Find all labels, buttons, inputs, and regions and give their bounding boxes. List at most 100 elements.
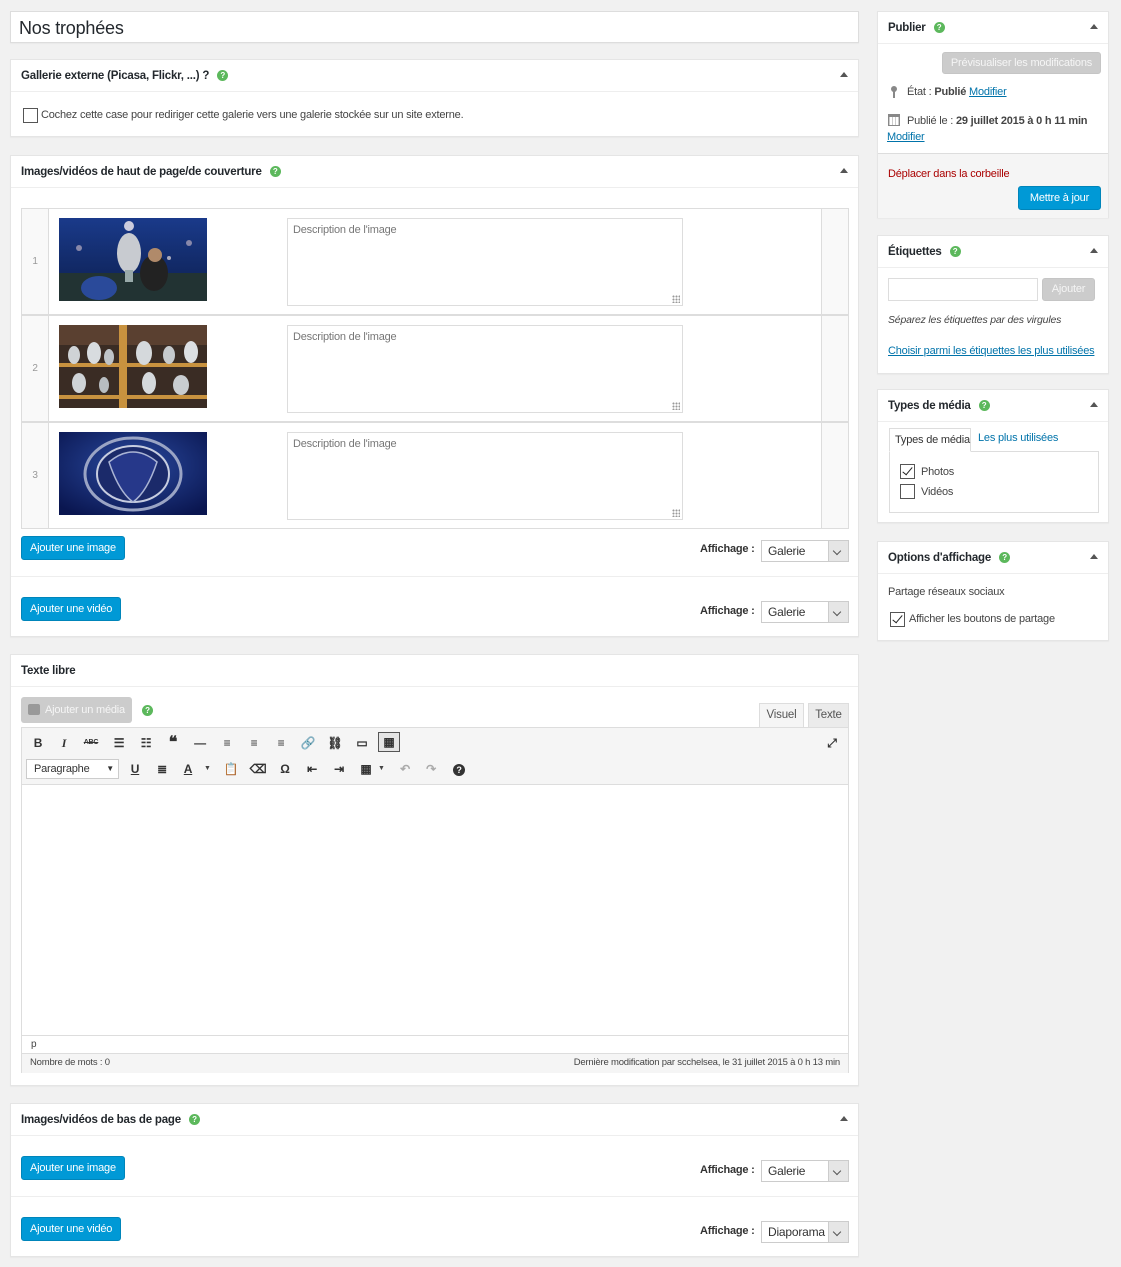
share-buttons-checkbox[interactable] xyxy=(890,612,905,627)
italic-icon[interactable]: I xyxy=(55,734,73,752)
media-row[interactable]: 3 Description de l'image xyxy=(21,422,849,529)
paste-text-icon[interactable]: 📋 xyxy=(222,760,240,778)
video-display-select[interactable]: Galerie xyxy=(761,601,849,623)
fullscreen-icon[interactable]: ⤢ xyxy=(823,734,841,752)
dropdown-arrow-icon[interactable]: ▼ xyxy=(106,760,114,778)
modify-date-link[interactable]: Modifier xyxy=(887,131,925,143)
add-video-button[interactable]: Ajouter une vidéo xyxy=(21,597,122,621)
table-icon[interactable]: ▦ xyxy=(357,760,375,778)
dropdown-arrow-icon[interactable]: ▼ xyxy=(204,765,211,772)
help-icon[interactable]: ? xyxy=(978,400,990,411)
link-icon[interactable]: 🔗 xyxy=(299,734,317,752)
numbered-list-icon[interactable]: ☷ xyxy=(137,734,155,752)
image-display-select[interactable]: Galerie xyxy=(761,540,849,562)
row-side-handle[interactable] xyxy=(821,423,848,528)
help-icon[interactable]: ? xyxy=(949,246,961,257)
read-more-icon[interactable]: ▭ xyxy=(353,734,371,752)
choose-popular-tags-link[interactable]: Choisir parmi les étiquettes les plus ut… xyxy=(888,345,1095,357)
outdent-icon[interactable]: ⇤ xyxy=(303,760,321,778)
resize-handle-icon[interactable] xyxy=(672,509,680,517)
collapse-toggle-icon[interactable] xyxy=(840,1116,848,1121)
champions-league-badge-thumbnail[interactable] xyxy=(59,432,207,515)
justify-icon[interactable]: ≣ xyxy=(153,760,171,778)
help-icon[interactable]: ? xyxy=(188,1114,200,1125)
redo-icon[interactable]: ↷ xyxy=(422,760,440,778)
row-side-handle[interactable] xyxy=(821,316,848,421)
align-center-icon[interactable]: ≡ xyxy=(245,734,263,752)
cover-media-header[interactable]: Images/vidéos de haut de page/de couvert… xyxy=(11,156,858,188)
chevron-down-icon[interactable] xyxy=(828,1222,848,1242)
tab-visual[interactable]: Visuel xyxy=(759,703,804,727)
collapse-toggle-icon[interactable] xyxy=(840,168,848,173)
help-icon[interactable]: ? xyxy=(269,166,281,177)
tab-popular-media-types[interactable]: Les plus utilisées xyxy=(978,432,1058,444)
move-to-trash-link[interactable]: Déplacer dans la corbeille xyxy=(888,168,1010,180)
preview-changes-button[interactable]: Prévisualiser les modifications xyxy=(942,52,1101,74)
tab-text[interactable]: Texte xyxy=(808,703,849,727)
horizontal-line-icon[interactable]: — xyxy=(191,734,209,752)
media-types-header[interactable]: Types de média ? xyxy=(878,390,1108,422)
format-select[interactable]: Paragraphe ▼ xyxy=(26,759,119,779)
photos-checkbox[interactable] xyxy=(900,464,915,479)
tag-input[interactable] xyxy=(888,278,1038,301)
dropdown-arrow-icon[interactable]: ▼ xyxy=(378,765,385,772)
modify-status-link[interactable]: Modifier xyxy=(969,86,1007,98)
help-icon[interactable]: ? xyxy=(933,22,945,33)
row-side-handle[interactable] xyxy=(821,209,848,314)
tab-all-media-types[interactable]: Types de média xyxy=(889,428,971,452)
external-gallery-header[interactable]: Gallerie externe (Picasa, Flickr, ...) ?… xyxy=(11,60,858,92)
help-icon[interactable]: ? xyxy=(450,760,468,778)
indent-icon[interactable]: ⇥ xyxy=(330,760,348,778)
element-path[interactable]: p xyxy=(31,1039,37,1050)
toolbar-toggle-icon[interactable]: ▦ xyxy=(378,732,400,752)
editor-content-area[interactable] xyxy=(22,785,848,1035)
page-title[interactable]: Nos trophées xyxy=(19,18,124,39)
underline-icon[interactable]: U xyxy=(126,760,144,778)
media-row[interactable]: 1 Description de l'image xyxy=(21,208,849,315)
bottom-media-header[interactable]: Images/vidéos de bas de page ? xyxy=(11,1104,858,1136)
strikethrough-icon[interactable]: ABC xyxy=(82,734,100,752)
collapse-toggle-icon[interactable] xyxy=(1090,248,1098,253)
bullet-list-icon[interactable]: ☰ xyxy=(110,734,128,752)
add-video-button[interactable]: Ajouter une vidéo xyxy=(21,1217,122,1241)
external-gallery-checkbox[interactable] xyxy=(23,108,38,123)
chevron-down-icon[interactable] xyxy=(828,1161,848,1181)
help-icon[interactable]: ? xyxy=(999,552,1011,563)
chevron-down-icon[interactable] xyxy=(828,602,848,622)
collapse-toggle-icon[interactable] xyxy=(1090,402,1098,407)
collapse-toggle-icon[interactable] xyxy=(1090,554,1098,559)
resize-handle-icon[interactable] xyxy=(672,402,680,410)
videos-checkbox[interactable] xyxy=(900,484,915,499)
chevron-down-icon[interactable] xyxy=(828,541,848,561)
collapse-toggle-icon[interactable] xyxy=(1090,24,1098,29)
media-row[interactable]: 2 Description de l'image xyxy=(21,315,849,422)
add-media-button[interactable]: Ajouter un média xyxy=(21,697,132,723)
help-icon[interactable]: ? xyxy=(142,705,153,716)
unlink-icon[interactable]: ⛓ xyxy=(326,734,344,752)
align-left-icon[interactable]: ≡ xyxy=(218,734,236,752)
blockquote-icon[interactable]: ❝ xyxy=(164,734,182,752)
tags-header[interactable]: Étiquettes ? xyxy=(878,236,1108,268)
resize-handle-icon[interactable] xyxy=(672,295,680,303)
add-image-button[interactable]: Ajouter une image xyxy=(21,536,125,560)
collapse-toggle-icon[interactable] xyxy=(840,72,848,77)
title-box[interactable]: Nos trophées xyxy=(10,11,859,43)
image-description-textarea[interactable]: Description de l'image xyxy=(287,218,683,306)
text-color-icon[interactable]: A xyxy=(179,760,197,778)
display-options-header[interactable]: Options d'affichage ? xyxy=(878,542,1108,574)
image-description-textarea[interactable]: Description de l'image xyxy=(287,432,683,520)
trophy-photo-thumbnail[interactable] xyxy=(59,218,207,301)
help-icon[interactable]: ? xyxy=(217,70,229,81)
image-description-textarea[interactable]: Description de l'image xyxy=(287,325,683,413)
update-button[interactable]: Mettre à jour xyxy=(1018,186,1101,210)
undo-icon[interactable]: ↶ xyxy=(396,760,414,778)
special-character-icon[interactable]: Ω xyxy=(276,760,294,778)
video-display-select[interactable]: Diaporama xyxy=(761,1221,849,1243)
publish-header[interactable]: Publier ? xyxy=(878,12,1108,44)
align-right-icon[interactable]: ≡ xyxy=(272,734,290,752)
add-tag-button[interactable]: Ajouter xyxy=(1042,278,1095,301)
bold-icon[interactable]: B xyxy=(29,734,47,752)
trophy-cabinet-thumbnail[interactable] xyxy=(59,325,207,408)
clear-formatting-icon[interactable]: ⌫ xyxy=(249,760,267,778)
image-display-select[interactable]: Galerie xyxy=(761,1160,849,1182)
